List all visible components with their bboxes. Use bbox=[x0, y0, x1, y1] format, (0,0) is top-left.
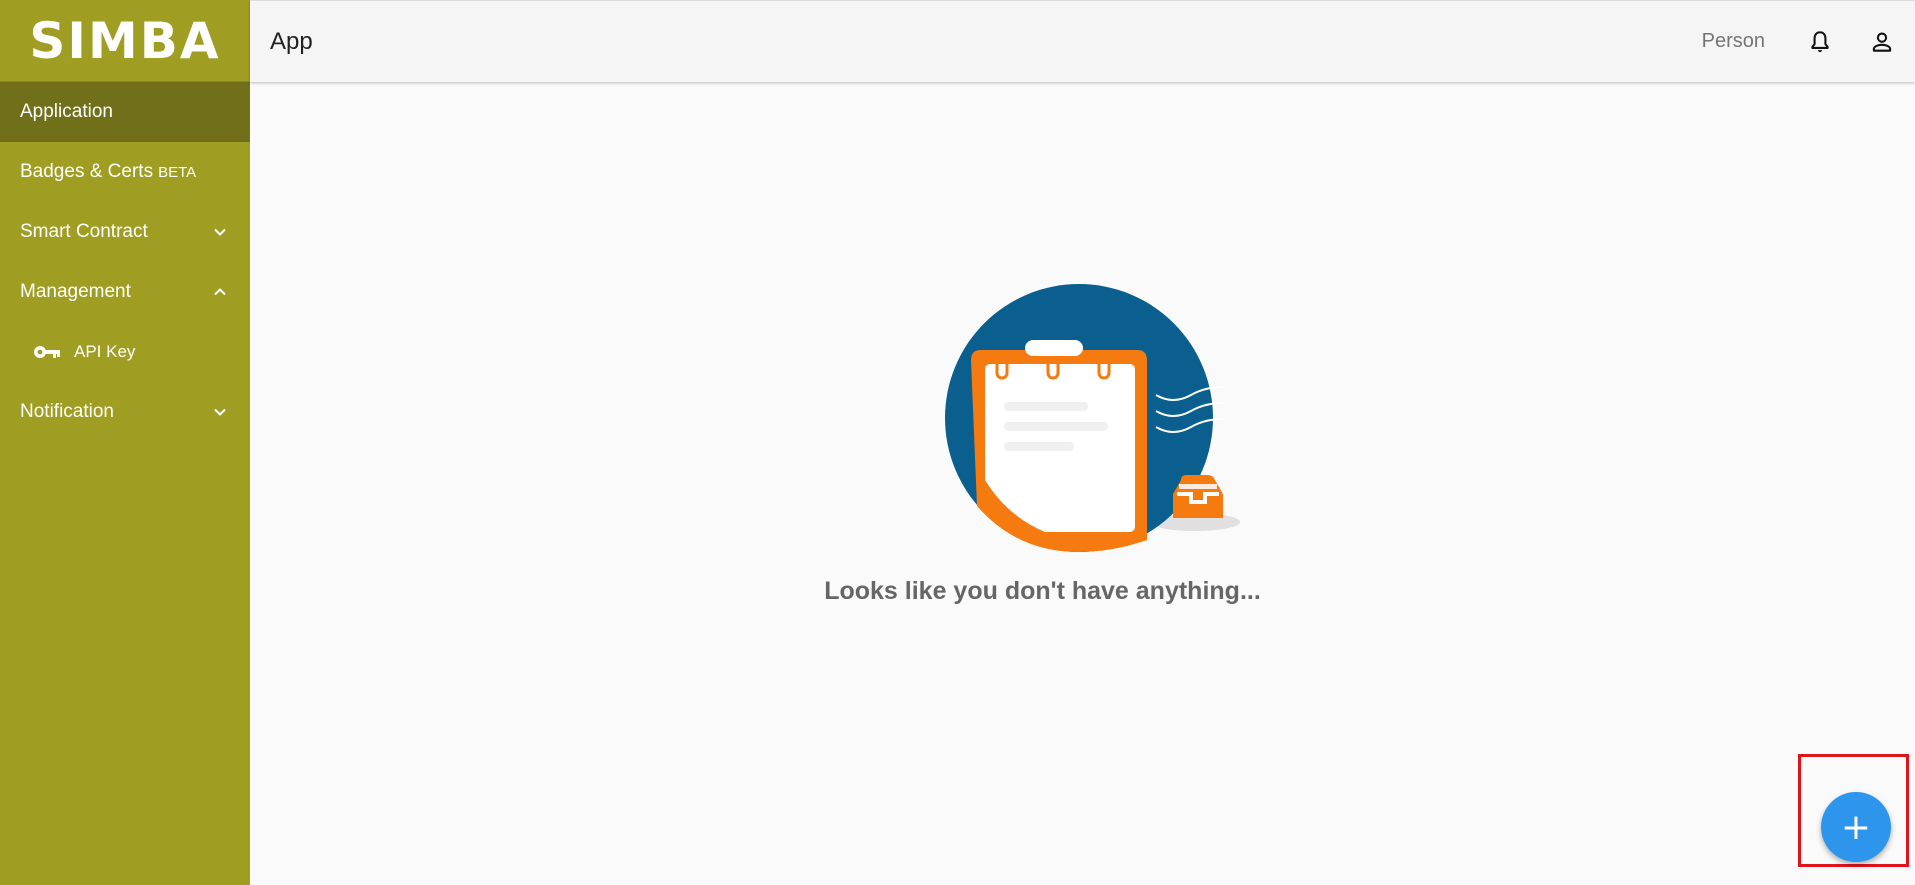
plus-icon: + bbox=[1840, 806, 1872, 848]
sidebar-item-label: Notification bbox=[20, 401, 114, 422]
add-button[interactable]: + bbox=[1821, 792, 1891, 862]
sidebar-item-application[interactable]: Application bbox=[0, 82, 250, 142]
sidebar-item-label: Management bbox=[20, 281, 131, 302]
key-icon bbox=[34, 346, 60, 358]
sidebar-item-label: API Key bbox=[74, 342, 136, 361]
empty-clipboard-illustration bbox=[945, 284, 1240, 552]
header-actions: Person bbox=[1702, 27, 1915, 57]
logo[interactable]: SIMBA bbox=[0, 0, 250, 82]
notifications-button[interactable] bbox=[1805, 27, 1835, 57]
page-title: App bbox=[270, 27, 313, 55]
beta-badge: BETA bbox=[158, 163, 197, 181]
chevron-up-icon bbox=[214, 288, 226, 296]
chevron-down-icon bbox=[214, 228, 226, 236]
sidebar-item-notification[interactable]: Notification bbox=[0, 382, 250, 442]
top-app-bar: App Person bbox=[250, 0, 1915, 82]
sidebar: SIMBA Application Badges & Certs BETA Sm… bbox=[0, 0, 250, 885]
user-label[interactable]: Person bbox=[1702, 30, 1765, 53]
account-icon bbox=[1872, 32, 1892, 52]
sidebar-item-label: Smart Contract bbox=[20, 221, 148, 242]
sidebar-item-label: Badges & Certs bbox=[20, 161, 154, 182]
sidebar-item-badges-certs[interactable]: Badges & Certs BETA bbox=[0, 142, 250, 202]
sidebar-item-label: Application bbox=[20, 101, 113, 122]
main-content: Looks like you don't have anything... bbox=[250, 82, 1915, 885]
sidebar-item-api-key[interactable]: API Key bbox=[0, 322, 250, 382]
account-button[interactable] bbox=[1867, 27, 1897, 57]
sidebar-item-management[interactable]: Management bbox=[0, 262, 250, 322]
chevron-down-icon bbox=[214, 408, 226, 416]
bell-icon bbox=[1811, 30, 1829, 52]
sidebar-item-smart-contract[interactable]: Smart Contract bbox=[0, 202, 250, 262]
empty-state-message: Looks like you don't have anything... bbox=[824, 577, 1261, 605]
